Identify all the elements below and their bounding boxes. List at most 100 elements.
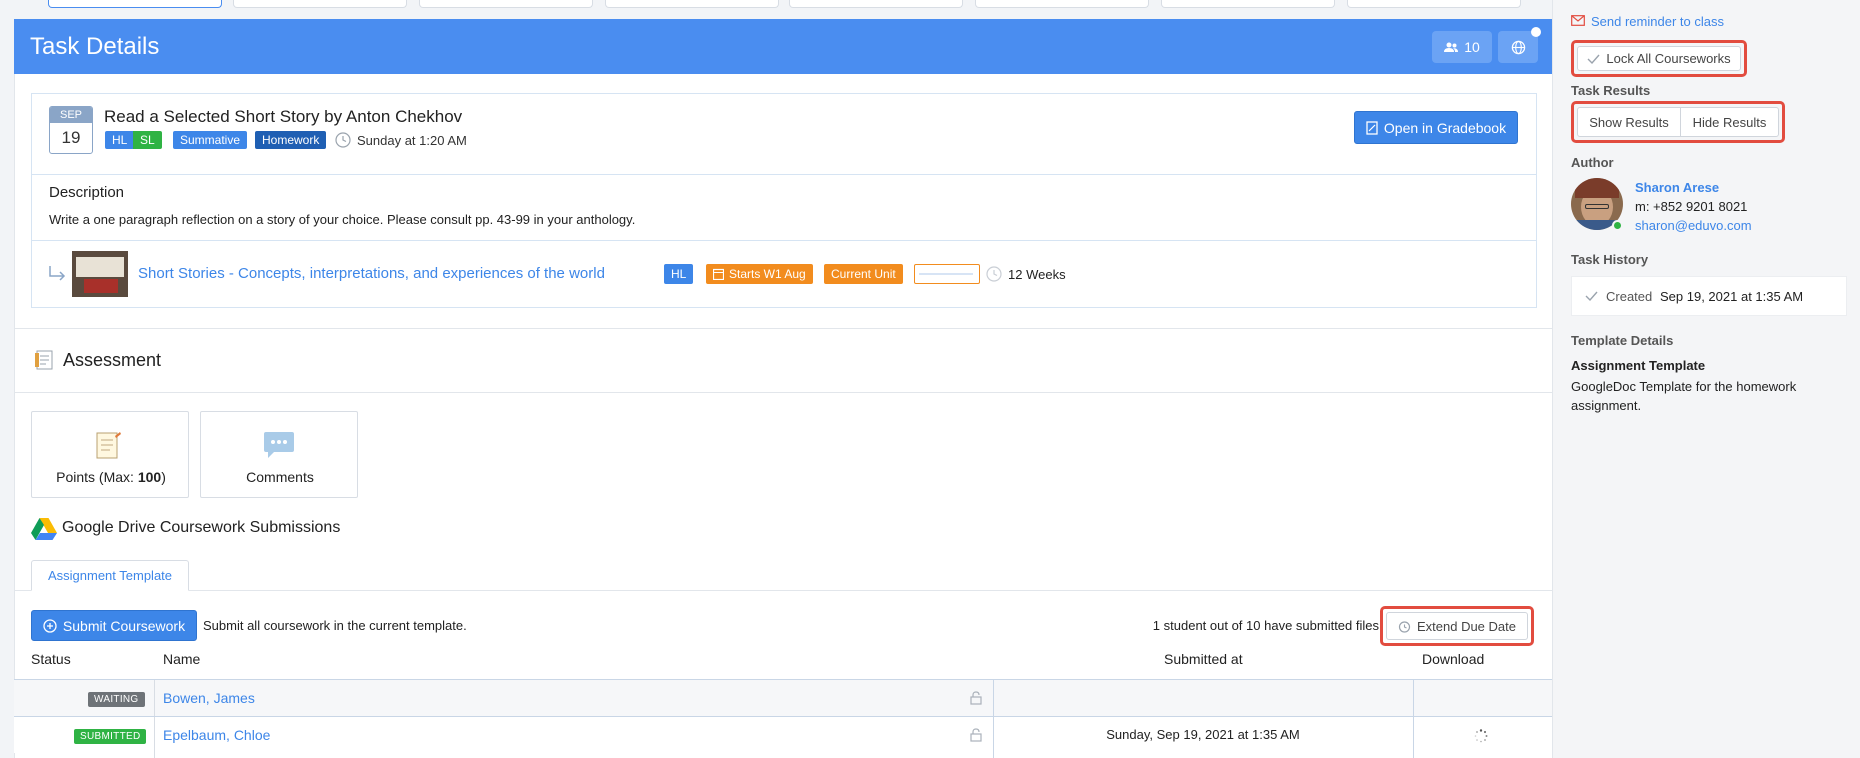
open-gradebook-button[interactable]: Open in Gradebook (1354, 111, 1518, 144)
badge-sl: SL (133, 131, 162, 149)
unit-start-label: Starts W1 Aug (729, 267, 806, 281)
top-card[interactable] (233, 0, 407, 8)
due-day: 19 (61, 128, 81, 147)
comments-label: Comments (246, 469, 314, 485)
top-card[interactable] (1347, 0, 1521, 8)
notepad-icon (93, 430, 123, 460)
top-card[interactable] (1161, 0, 1335, 8)
extend-due-date-label: Extend Due Date (1416, 618, 1516, 634)
top-card[interactable] (48, 0, 222, 8)
description-heading: Description (49, 184, 125, 201)
history-entry: Created Sep 19, 2021 at 1:35 AM (1571, 276, 1847, 316)
comments-tile[interactable]: Comments (200, 411, 358, 498)
due-date-box: SEP 19 (49, 106, 93, 154)
google-drive-icon (31, 517, 57, 540)
column-download: Download (1422, 651, 1485, 667)
description-text: Write a one paragraph reflection on a st… (49, 212, 636, 227)
speech-bubble-icon (262, 430, 296, 460)
students-button[interactable]: 10 (1432, 31, 1492, 63)
student-name-link[interactable]: Bowen, James (163, 690, 255, 706)
points-tile[interactable]: Points (Max: 100) (31, 411, 189, 498)
clock-icon (986, 266, 1002, 282)
plus-circle-icon (43, 618, 57, 633)
assessment-icon (34, 349, 56, 371)
due-month: SEP (50, 107, 92, 123)
task-title: Read a Selected Short Story by Anton Che… (104, 107, 463, 126)
unit-level-badge: HL (664, 264, 694, 284)
history-created-label: Created (1606, 289, 1653, 304)
checkmark-icon (1585, 291, 1598, 301)
top-card[interactable] (605, 0, 779, 8)
points-label: Points (Max: 100) (56, 469, 166, 485)
title-bar: Task Details 10 (14, 19, 1552, 74)
status-badge: SUBMITTED (74, 729, 147, 744)
task-card: SEP 19 Read a Selected Short Story by An… (31, 93, 1537, 308)
unit-start-badge: Starts W1 Aug (706, 264, 813, 284)
clock-icon (335, 132, 351, 148)
top-card[interactable] (789, 0, 963, 8)
globe-icon (1511, 40, 1526, 55)
unlock-icon[interactable] (970, 691, 982, 705)
lock-courseworks-button[interactable]: Lock All Courseworks (1577, 46, 1741, 71)
table-row: SUBMITTED Epelbaum, Chloe Sunday, Sep 19… (14, 716, 1552, 758)
due-time: Sunday at 1:20 AM (357, 133, 467, 148)
top-card[interactable] (419, 0, 593, 8)
template-name: Assignment Template (1571, 358, 1706, 373)
submit-coursework-button[interactable]: Submit Coursework (31, 610, 197, 641)
divider (14, 590, 1552, 591)
badge-hl: HL (105, 131, 135, 149)
top-cards (48, 0, 1548, 8)
hide-results-button[interactable]: Hide Results (1680, 107, 1779, 137)
task-results-heading: Task Results (1571, 83, 1651, 98)
submit-coursework-label: Submit Coursework (62, 617, 186, 634)
unlock-icon[interactable] (970, 728, 982, 742)
students-count: 10 (1464, 39, 1480, 55)
divider (154, 680, 155, 717)
points-max: 100 (137, 469, 162, 485)
template-description: GoogleDoc Template for the homework assi… (1571, 379, 1797, 413)
divider (32, 174, 1536, 175)
page-title: Task Details (30, 33, 160, 60)
alarm-clock-icon (1398, 620, 1411, 633)
submitted-at-cell: Sunday, Sep 19, 2021 at 1:35 AM (1106, 727, 1300, 742)
column-submitted-at: Submitted at (1164, 651, 1243, 667)
open-gradebook-label: Open in Gradebook (1383, 119, 1507, 136)
send-reminder-link[interactable]: Send reminder to class (1591, 14, 1724, 29)
unit-link[interactable]: Short Stories - Concepts, interpretation… (138, 265, 605, 282)
tab-assignment-template[interactable]: Assignment Template (31, 560, 189, 591)
top-card[interactable] (975, 0, 1149, 8)
unit-duration: 12 Weeks (1008, 267, 1066, 282)
divider (14, 328, 1552, 329)
online-status-dot (1612, 220, 1623, 231)
submit-hint: Submit all coursework in the current tem… (203, 618, 467, 633)
author-email-link[interactable]: sharon@eduvo.com (1635, 218, 1752, 233)
column-status: Status (31, 651, 71, 667)
assessment-heading: Assessment (63, 350, 162, 370)
student-name-link[interactable]: Epelbaum, Chloe (163, 727, 270, 743)
divider (154, 717, 155, 758)
history-created-date: Sep 19, 2021 at 1:35 AM (1660, 289, 1804, 304)
unit-thumbnail (72, 251, 128, 297)
author-phone: m: +852 9201 8021 (1635, 199, 1748, 214)
divider (14, 392, 1552, 393)
envelope-icon (1571, 15, 1585, 26)
badge-homework: Homework (255, 131, 327, 149)
submissions-heading: Google Drive Coursework Submissions (62, 519, 341, 536)
lock-courseworks-label: Lock All Courseworks (1606, 51, 1731, 66)
divider (993, 680, 994, 717)
show-results-button[interactable]: Show Results (1577, 107, 1681, 137)
users-icon (1444, 42, 1459, 53)
calendar-icon (713, 268, 724, 280)
status-badge: WAITING (88, 692, 145, 707)
column-name: Name (163, 651, 201, 667)
sidebar: Send reminder to class Lock All Coursewo… (1552, 0, 1860, 758)
current-unit-badge: Current Unit (824, 264, 903, 284)
notification-dot (1531, 27, 1541, 37)
task-history-heading: Task History (1571, 252, 1649, 267)
author-name-link[interactable]: Sharon Arese (1635, 180, 1719, 195)
table-row: WAITING Bowen, James (14, 679, 1552, 717)
unit-progress-bar (914, 264, 980, 284)
subdirectory-arrow-icon (47, 264, 67, 284)
extend-due-date-button[interactable]: Extend Due Date (1386, 612, 1528, 640)
checkmark-icon (1587, 54, 1600, 64)
